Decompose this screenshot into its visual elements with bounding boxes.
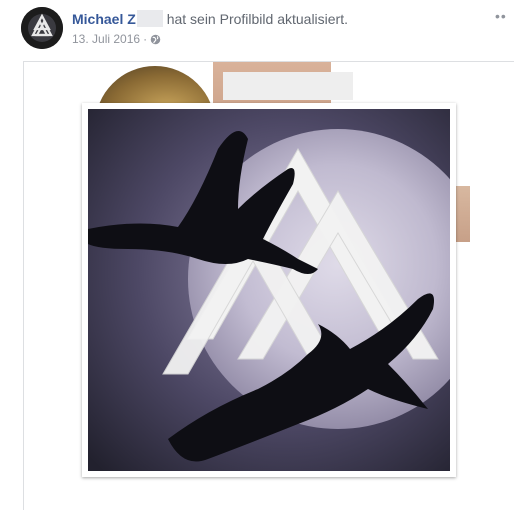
cover-hair [95, 66, 215, 106]
profile-picture-card[interactable] [82, 103, 456, 477]
more-options-icon[interactable]: •• [495, 8, 514, 24]
author-name[interactable]: Michael Z [72, 11, 136, 27]
post-action-text: hat sein Profilbild aktualisiert. [166, 11, 348, 27]
globe-icon[interactable] [150, 33, 161, 49]
valknut-ravens-moon-image [88, 109, 450, 471]
meta-separator: · [143, 32, 148, 46]
name-redaction [136, 10, 163, 27]
cover-photo[interactable] [95, 62, 355, 106]
cover-photo-edge [455, 186, 470, 242]
feed-post: Michael Z hat sein Profilbild aktualisie… [0, 0, 514, 510]
post-meta: 13. Juli 2016 · [72, 31, 161, 49]
post-date[interactable]: 13. Juli 2016 [72, 32, 140, 46]
cover-redaction [223, 72, 353, 100]
author-avatar[interactable] [21, 7, 63, 49]
post-header: Michael Z hat sein Profilbild aktualisie… [72, 10, 348, 28]
